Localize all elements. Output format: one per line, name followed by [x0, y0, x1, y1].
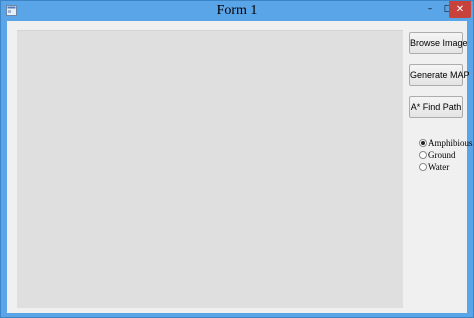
minimize-button[interactable]: –: [421, 1, 439, 18]
terrain-radio-group: Amphibious Ground Water: [419, 137, 473, 173]
radio-unchecked-icon[interactable]: [419, 162, 427, 171]
generate-map-button[interactable]: Generate MAP: [409, 64, 470, 86]
image-display-panel: [17, 30, 403, 308]
radio-unchecked-icon[interactable]: [419, 150, 427, 159]
browse-image-button[interactable]: Browse Image: [409, 32, 468, 54]
radio-water-label: Water: [428, 162, 450, 172]
form-client-area: Browse Image Generate MAP A* Find Path A…: [7, 21, 473, 313]
close-button[interactable]: ✕: [449, 1, 471, 18]
radio-amphibious-label: Amphibious: [428, 138, 473, 148]
main-window: Form 1 – □ ✕ Browse Image Generate MAP A…: [0, 0, 474, 318]
radio-ground-label: Ground: [428, 150, 456, 160]
window-title: Form 1: [216, 3, 258, 18]
radio-ground[interactable]: Ground: [419, 149, 473, 161]
find-path-button[interactable]: A* Find Path: [409, 96, 463, 118]
title-bar[interactable]: Form 1 – □ ✕: [1, 1, 473, 21]
radio-amphibious[interactable]: Amphibious: [419, 137, 473, 149]
radio-checked-icon[interactable]: [419, 138, 427, 147]
radio-water[interactable]: Water: [419, 161, 473, 173]
